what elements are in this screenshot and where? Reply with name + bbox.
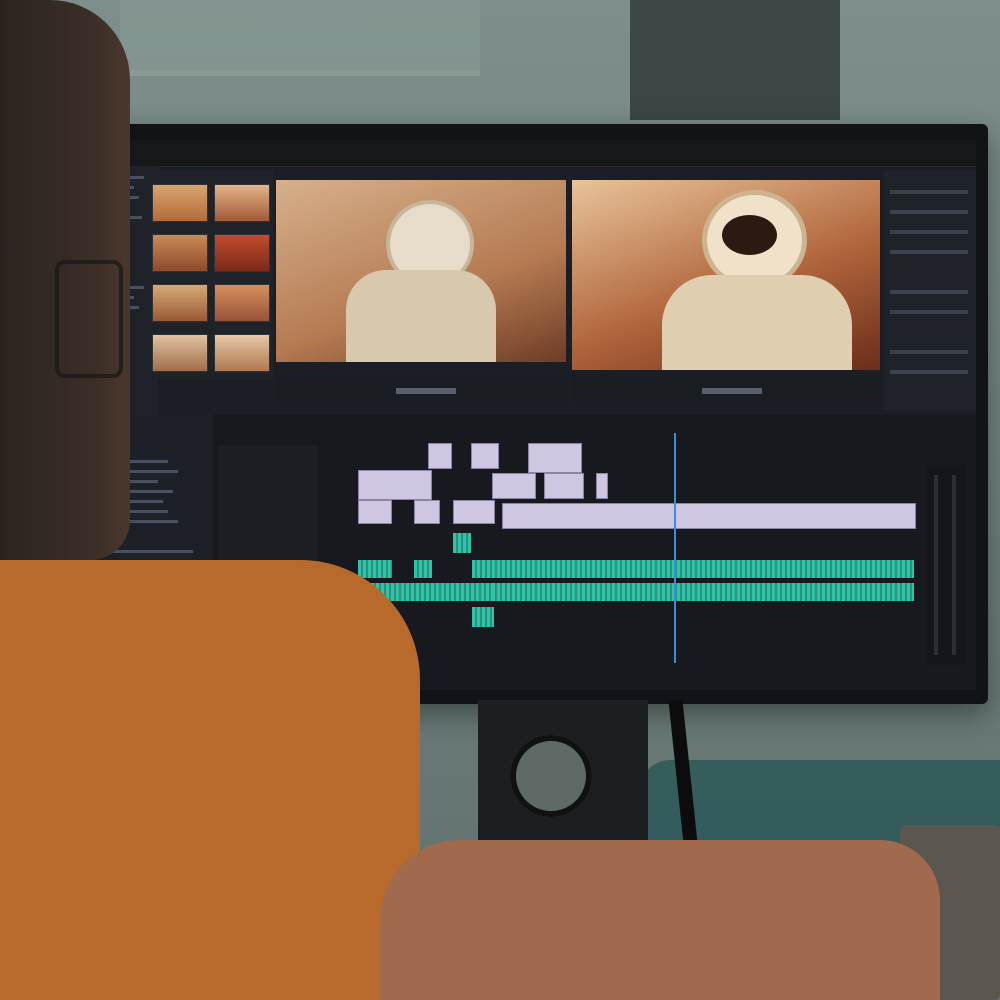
video-clip[interactable] <box>502 503 916 529</box>
program-controls <box>572 376 880 406</box>
eyeglasses <box>55 260 123 378</box>
program-viewer[interactable] <box>572 180 880 370</box>
video-clip[interactable] <box>414 500 440 524</box>
wall-shelf <box>120 0 480 76</box>
source-viewer[interactable] <box>276 180 566 362</box>
inspector-panel <box>884 170 976 410</box>
media-thumbnail[interactable] <box>214 284 270 322</box>
video-clip[interactable] <box>596 473 608 499</box>
audio-meters <box>926 465 966 665</box>
video-clip[interactable] <box>428 443 452 469</box>
transport-buttons[interactable] <box>396 388 456 394</box>
video-clip[interactable] <box>471 443 499 469</box>
media-thumbnail[interactable] <box>214 184 270 222</box>
video-clip[interactable] <box>453 500 495 524</box>
audio-clip[interactable] <box>453 533 471 553</box>
video-clip[interactable] <box>492 473 536 499</box>
stand-cable-hole <box>510 735 592 817</box>
media-thumbnail[interactable] <box>152 184 208 222</box>
video-clip[interactable] <box>358 500 392 524</box>
astronaut-suit <box>662 275 852 370</box>
video-clip[interactable] <box>544 473 584 499</box>
wall-cabinet <box>630 0 840 120</box>
audio-clip[interactable] <box>414 560 432 578</box>
audio-clip[interactable] <box>358 560 392 578</box>
video-clip[interactable] <box>358 470 432 500</box>
audio-clip[interactable] <box>492 583 914 601</box>
video-clip[interactable] <box>528 443 582 473</box>
media-thumbnail[interactable] <box>152 234 208 272</box>
media-thumbnail[interactable] <box>214 334 270 372</box>
astronaut-suit <box>346 270 496 362</box>
person-shirt <box>0 560 420 1000</box>
transport-buttons[interactable] <box>702 388 762 394</box>
media-thumbnail[interactable] <box>152 284 208 322</box>
editor-top-bar <box>88 140 976 167</box>
timeline-playhead[interactable] <box>674 433 676 663</box>
media-bin <box>148 170 273 380</box>
source-controls <box>276 376 566 406</box>
audio-clip[interactable] <box>472 607 494 627</box>
media-thumbnail[interactable] <box>152 334 208 372</box>
audio-clip[interactable] <box>472 560 914 578</box>
person-arm <box>380 840 940 1000</box>
helmet-visor <box>722 215 777 255</box>
media-thumbnail[interactable] <box>214 234 270 272</box>
